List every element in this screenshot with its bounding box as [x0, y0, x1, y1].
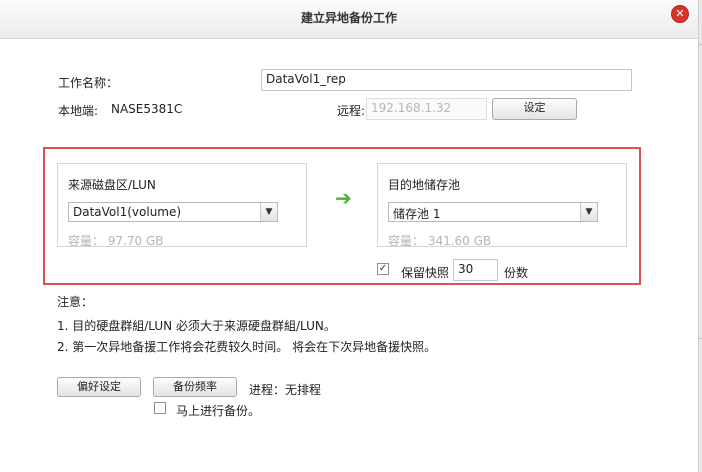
arrow-right-icon: ➔ [335, 186, 352, 210]
note-line-2: 2. 第一次异地备援工作将会花费较久时间。 将会在下次异地备援快照。 [57, 340, 437, 354]
source-volume-selected: DataVol1(volume) [73, 205, 182, 219]
job-name-input[interactable]: DataVol1_rep [261, 69, 632, 91]
notes-title: 注意： [57, 295, 94, 309]
backup-now-checkbox[interactable] [154, 402, 166, 414]
backup-frequency-button[interactable]: 备份频率 [153, 377, 237, 397]
destination-header: 目的地储存池 [388, 178, 461, 192]
chevron-down-icon: ▼ [260, 203, 277, 221]
source-header: 来源磁盘区/LUN [68, 178, 156, 192]
local-label: 本地端: [58, 104, 99, 118]
preferences-button[interactable]: 偏好设定 [57, 377, 141, 397]
destination-pool-select[interactable]: 储存池 1 ▼ [388, 202, 598, 222]
dialog-title: 建立异地备份工作 [300, 11, 397, 25]
settings-button[interactable]: 设定 [492, 98, 577, 120]
source-capacity: 容量： 97.70 GB [68, 234, 164, 248]
keep-snapshot-label: 保留快照 [401, 266, 450, 280]
snapshot-count-input[interactable]: 30 [453, 259, 498, 281]
progress-status: 进程：无排程 [249, 383, 322, 397]
source-volume-select[interactable]: DataVol1(volume) ▼ [68, 202, 278, 222]
remote-ip-input[interactable]: 192.168.1.32 [366, 98, 487, 120]
destination-pool-selected: 储存池 1 [393, 207, 441, 221]
copies-label: 份数 [504, 266, 529, 280]
backup-now-label: 马上进行备份。 [176, 404, 261, 418]
chevron-down-icon: ▼ [580, 203, 597, 221]
close-icon[interactable]: ✕ [672, 6, 688, 22]
local-value: NASE5381C [111, 102, 183, 116]
keep-snapshot-checkbox[interactable]: ✓ [377, 263, 389, 275]
job-name-label: 工作名称： [58, 76, 119, 90]
remote-label: 远程: [337, 104, 366, 118]
destination-capacity: 容量： 341.60 GB [388, 234, 492, 248]
window-edge [698, 0, 702, 472]
note-line-1: 1. 目的硬盘群組/LUN 必须大于来源硬盘群組/LUN。 [57, 319, 336, 333]
